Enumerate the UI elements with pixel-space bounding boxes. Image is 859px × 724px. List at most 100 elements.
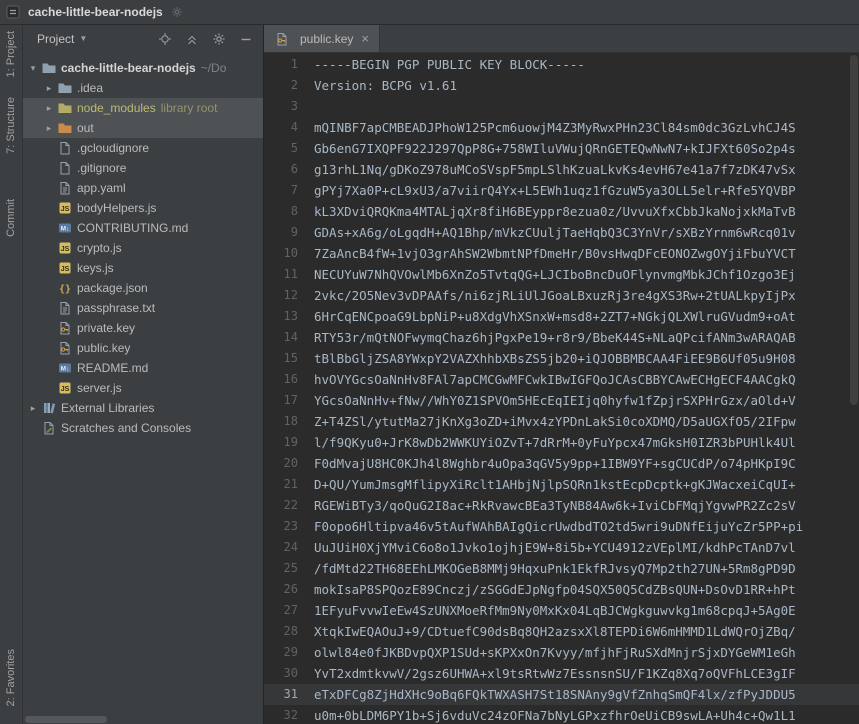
tree-item-app-yaml[interactable]: app.yaml [23,178,263,198]
editor-line[interactable]: 5Gb6enG7IXQPF922J297QpP8G+758WIluVWujQRn… [264,138,859,159]
tree-item-readme-md[interactable]: M↓README.md [23,358,263,378]
md-icon: M↓ [57,220,73,236]
app-menu-icon[interactable] [6,5,20,19]
tree-item-server-js[interactable]: JSserver.js [23,378,263,398]
stripe-button-favorites[interactable]: 2: Favorites [5,649,17,706]
editor-line[interactable]: 11NECUYuW7NhQVOwlMb6XnZo5TvtqQG+LJCIboBn… [264,264,859,285]
line-number: 9 [264,222,302,243]
editor-line[interactable]: 107ZaAncB4fW+1vjO3grAhSW2WbmtNPfDmeHr/B0… [264,243,859,264]
editor-line[interactable]: 18Z+T4ZSl/ytutMa27jKnXg3oZD+iMvx4zYPDnLa… [264,411,859,432]
close-icon[interactable]: × [361,31,369,46]
project-panel-title[interactable]: Project [37,32,74,46]
settings-icon[interactable] [171,6,183,18]
horizontal-scrollbar[interactable] [23,714,263,724]
tree-item-bodyhelpers-js[interactable]: JSbodyHelpers.js [23,198,263,218]
editor-line[interactable]: 31eTxDFCg8ZjHdXHc9oBq6FQkTWXASH7St18SNAn… [264,684,859,705]
tree-item-idea[interactable]: ▸ .idea [23,78,263,98]
editor-line[interactable]: 122vkc/2O5Nev3vDPAAfs/ni6zjRLiUlJGoaLBxu… [264,285,859,306]
editor-line[interactable]: 15tBlBbGljZSA8YWxpY2VAZXhhbXBsZS5jb20+iQ… [264,348,859,369]
editor-line[interactable]: 23F0opo6Hltipva46v5tAufWAhBAIgQicrUwdbdT… [264,516,859,537]
tree-item-keys-js[interactable]: JSkeys.js [23,258,263,278]
tree-item-label: public.key [77,341,130,355]
line-number: 26 [264,579,302,600]
code-text: RGEWiBTy3/qoQuG2I8ac+RkRvawcBEa3TyNB84Aw… [302,495,796,516]
tree-item-label: .gcloudignore [77,141,149,155]
editor-line[interactable]: 21D+QU/YumJmsgMflipyXiRclt1AHbjNjlpSQRn1… [264,474,859,495]
line-number: 30 [264,663,302,684]
editor-line[interactable]: 1-----BEGIN PGP PUBLIC KEY BLOCK----- [264,54,859,75]
editor-line[interactable]: 30YvT2xdmtkvwV/2gsz6UHWA+xl9tsRtwWz7Essn… [264,663,859,684]
editor-line[interactable]: 7gPYj7Xa0P+cL9xU3/a7viirQ4Yx+L5EWh1uqz1f… [264,180,859,201]
tree-item-passphrase-txt[interactable]: passphrase.txt [23,298,263,318]
horizontal-scrollbar-thumb[interactable] [25,716,107,723]
editor-line[interactable]: 3 [264,96,859,117]
line-number: 31 [264,684,302,705]
editor-body[interactable]: 1-----BEGIN PGP PUBLIC KEY BLOCK-----2Ve… [264,53,859,724]
tree-item-public-key[interactable]: public.key [23,338,263,358]
vertical-scrollbar-thumb[interactable] [850,55,858,405]
chevron-right-icon[interactable]: ▸ [41,83,57,94]
editor-line[interactable]: 32u0m+0bLDM6PY1b+Sj6vduVc24zOFNa7bNyLGPx… [264,705,859,724]
vertical-scrollbar[interactable] [849,53,859,724]
tree-item-node-modules[interactable]: ▸node_moduleslibrary root [23,98,263,118]
editor-line[interactable]: 16hvOVYGcsOaNnHv8FAl7apCMCGwMFCwkIBwIGFQ… [264,369,859,390]
file-icon [57,160,73,176]
tree-item-label: crypto.js [77,241,122,255]
editor-line[interactable]: 9GDAs+xA6g/oLgqdH+AQ1Bhp/mVkzCUuljTaeHqb… [264,222,859,243]
editor-line[interactable]: 29olwl84e0fJKBDvpQXP1SUd+sKPXxOn7Kvyy/mf… [264,642,859,663]
editor-line[interactable]: 20F0dMvajU8HC0KJh4l8Wghbr4uOpa3qGV5y9pp+… [264,453,859,474]
window-title: cache-little-bear-nodejs [28,5,163,19]
code-text: Version: BCPG v1.61 [302,75,457,96]
tree-item-label: passphrase.txt [77,301,155,315]
tree-item-crypto-js[interactable]: JScrypto.js [23,238,263,258]
stripe-button-commit[interactable]: Commit [5,199,17,237]
line-number: 1 [264,54,302,75]
tree-item-cache-little-bear-nodejs[interactable]: ▾cache-little-bear-nodejs~/Do [23,58,263,78]
editor-line[interactable]: 25/fdMtd22TH68EEhLMKOGeB8MMj9HqxuPnk1Ekf… [264,558,859,579]
editor-line[interactable]: 8kL3XDviQRQKma4MTALjqXr8fiH6BEyppr8ezua0… [264,201,859,222]
editor-line[interactable]: 28XtqkIwEQAOuJ+9/CDtuefC90dsBq8QH2azsxXl… [264,621,859,642]
svg-text:JS: JS [61,386,70,393]
chevron-down-icon[interactable]: ▼ [79,34,87,43]
editor-line[interactable]: 6g13rhL1Nq/gDKoZ978uMCoSVspF5mpLSlhKzuaL… [264,159,859,180]
locate-icon[interactable] [158,32,172,46]
tree-item-label: cache-little-bear-nodejs [61,61,196,75]
chevron-right-icon[interactable]: ▸ [41,123,57,134]
editor-line[interactable]: 271EFyuFvvwIeEw4SzUNXMoeRfMm9Ny0MxKx04Lq… [264,600,859,621]
gear-icon[interactable] [212,32,226,46]
tab-public-key[interactable]: public.key × [264,25,380,52]
tree-item-label: .idea [77,81,103,95]
editor-line[interactable]: 136HrCqENCpoaG9LbpNiP+u8XdgVhXSnxW+msd8+… [264,306,859,327]
tree-item-gitignore[interactable]: .gitignore [23,158,263,178]
stripe-button-structure[interactable]: 7: Structure [5,97,17,154]
tree-item-scratches-and-consoles[interactable]: Scratches and Consoles [23,418,263,438]
tree-item-package-json[interactable]: {}package.json [23,278,263,298]
editor-line[interactable]: 19l/f9QKyu0+JrK8wDb2WWKUYiOZvT+7dRrM+0yF… [264,432,859,453]
editor-line[interactable]: 26mokIsaP8SPQozE89Cnczj/zSGGdEJpNgfp04SQ… [264,579,859,600]
chevron-down-icon[interactable]: ▾ [25,63,41,74]
tree-item-gcloudignore[interactable]: .gcloudignore [23,138,263,158]
editor-line[interactable]: 14RTY53r/mQtNOFwymqChaz6hjPgxPe19+r8r9/B… [264,327,859,348]
tree-item-external-libraries[interactable]: ▸External Libraries [23,398,263,418]
chevron-right-icon[interactable]: ▸ [25,403,41,414]
line-number: 22 [264,495,302,516]
tree-item-out[interactable]: ▸out [23,118,263,138]
chevron-right-icon[interactable]: ▸ [41,103,57,114]
line-number: 29 [264,642,302,663]
editor-line[interactable]: 2Version: BCPG v1.61 [264,75,859,96]
editor-line[interactable]: 24UuJUiH0XjYMviC6o8o1Jvko1ojhjE9W+8i5b+Y… [264,537,859,558]
line-number: 3 [264,96,302,117]
json-icon: {} [57,280,73,296]
tree-item-private-key[interactable]: private.key [23,318,263,338]
folder-icon [41,60,57,76]
collapse-all-icon[interactable] [185,32,199,46]
editor-line[interactable]: 17YGcsOaNnHv+fNw//WhY0Z1SPVOm5HEcEqIEIjq… [264,390,859,411]
editor-line[interactable]: 4mQINBF7apCMBEADJPhoW125Pcm6uowjM4Z3MyRw… [264,117,859,138]
line-number: 24 [264,537,302,558]
line-number: 28 [264,621,302,642]
tree-item-contributing-md[interactable]: M↓CONTRIBUTING.md [23,218,263,238]
code-text: Z+T4ZSl/ytutMa27jKnXg3oZD+iMvx4zYPDnLakS… [302,411,796,432]
hide-icon[interactable] [239,32,253,46]
stripe-button-project[interactable]: 1: Project [5,31,17,77]
editor-line[interactable]: 22RGEWiBTy3/qoQuG2I8ac+RkRvawcBEa3TyNB84… [264,495,859,516]
